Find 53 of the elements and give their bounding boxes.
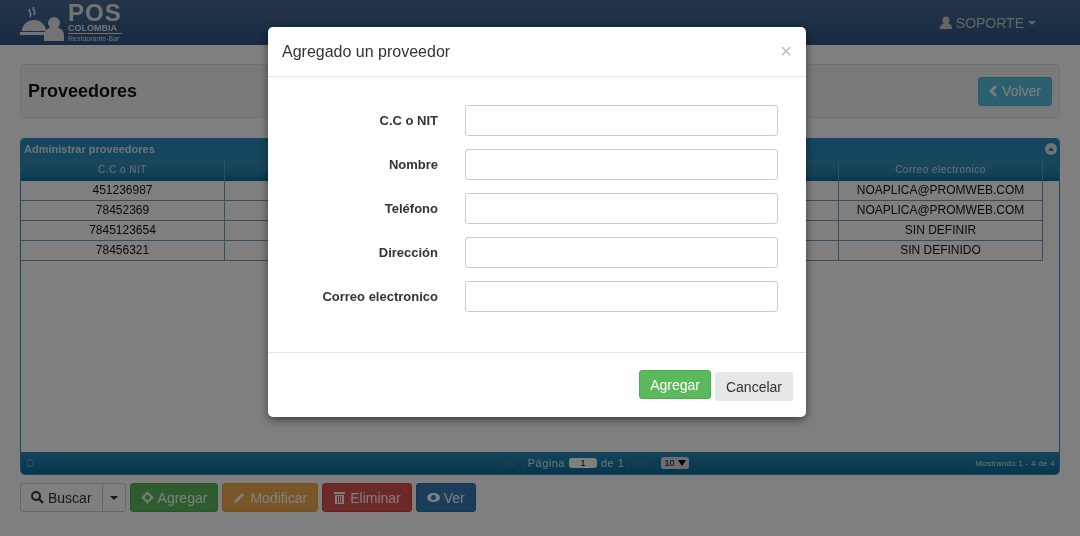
caret-icon	[109, 495, 118, 500]
input-field[interactable]	[465, 193, 778, 224]
field-label: Dirección	[377, 245, 438, 260]
logo-subtitle: COLOMBIA	[68, 22, 118, 33]
input-field[interactable]	[465, 149, 778, 180]
table-cell: NOAPLICA@PROMWEB.COM	[839, 181, 1043, 201]
eye-icon	[426, 490, 440, 505]
table-cell: NOAPLICA@PROMWEB.COM	[839, 201, 1043, 221]
dropdown-toggle[interactable]	[101, 483, 126, 512]
cancel-button[interactable]: Cancelar	[714, 372, 793, 401]
page-label: Página	[527, 457, 565, 469]
collapse-icon	[1045, 143, 1057, 155]
pencil-icon	[233, 490, 247, 505]
user-menu[interactable]: SOPORTE	[939, 14, 1036, 31]
column-header: Correo electronico	[839, 159, 1043, 181]
logo-drawing	[20, 4, 64, 41]
page-title: Proveedores	[28, 80, 138, 102]
page-size-select[interactable]: 10	[661, 457, 690, 469]
caret-icon	[1028, 20, 1036, 25]
delete-button[interactable]: Eliminar	[322, 483, 412, 512]
input-field[interactable]	[465, 237, 778, 268]
back-button[interactable]: Volver	[978, 76, 1052, 106]
modal-title: Agregado un proveedor	[282, 42, 451, 61]
page-field[interactable]: 1	[569, 458, 597, 468]
chevron-left-icon	[989, 85, 999, 97]
caret-icon	[678, 460, 687, 466]
add-button[interactable]: Agregar	[129, 483, 219, 512]
input-field[interactable]	[465, 105, 778, 136]
view-button[interactable]: Ver	[415, 483, 476, 512]
trash-icon	[333, 490, 347, 505]
grid-title: Administrar proveedores	[24, 143, 155, 155]
field-label: Nombre	[387, 157, 438, 172]
table-cell: 451236987	[21, 181, 225, 201]
search-icon	[31, 490, 44, 505]
add-button[interactable]: Agregar	[639, 370, 711, 399]
column-header: C.C o NIT	[21, 159, 225, 181]
close-button[interactable]: ×	[780, 40, 792, 63]
search-button[interactable]: Buscar	[20, 483, 103, 512]
edit-button[interactable]: Modificar	[222, 483, 319, 512]
user-icon	[939, 16, 952, 29]
refresh-icon	[25, 458, 35, 468]
field-label: Teléfono	[383, 201, 438, 216]
field-label: C.C o NIT	[378, 113, 438, 128]
logo-title: POS	[68, 2, 122, 23]
table-cell: SIN DEFINIR	[839, 221, 1043, 241]
table-cell: SIN DEFINIDO	[839, 241, 1043, 261]
table-cell: 78452369	[21, 201, 225, 221]
field-label: Correo electronico	[321, 289, 438, 304]
input-field[interactable]	[465, 281, 778, 312]
page-count: de 1	[601, 457, 625, 469]
record-info: Mostrando 1 - 4 de 4	[975, 458, 1055, 468]
table-cell: 7845123654	[21, 221, 225, 241]
table-cell: 78456321	[21, 241, 225, 261]
